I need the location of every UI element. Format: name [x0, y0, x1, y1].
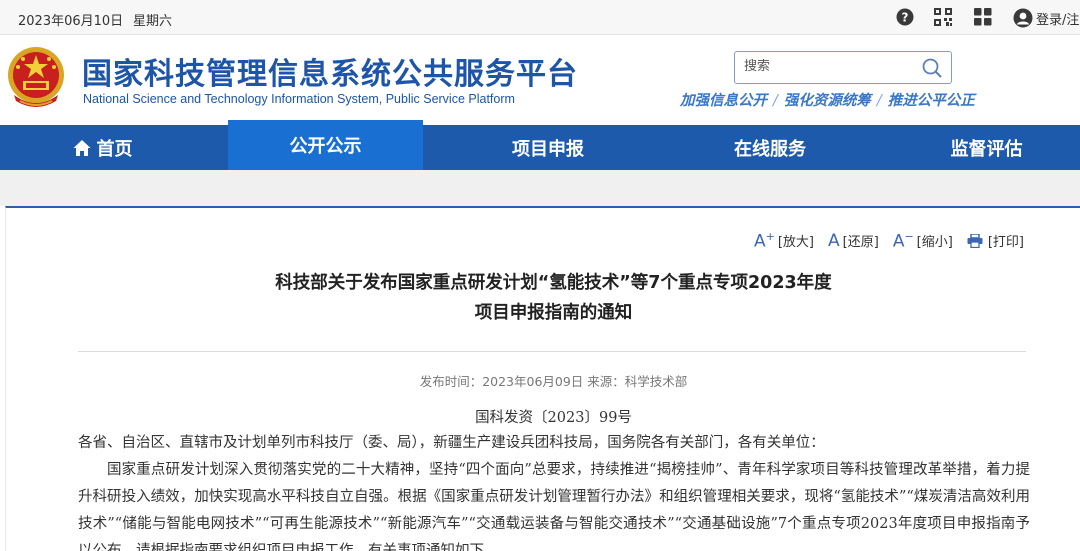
title-divider — [78, 351, 1026, 352]
slogan-part-2: 强化资源统筹 — [783, 92, 871, 109]
restore-font-button[interactable]: A [还原] — [828, 231, 879, 251]
article-title: 科技部关于发布国家重点研发计划“氢能技术”等7个重点专项2023年度 项目申报指… — [6, 268, 1080, 328]
article-body: 各省、自治区、直辖市及计划单列市科技厅（委、局），新疆生产建设兵团科技局，国务院… — [78, 430, 1030, 551]
slogan: 加强信息公开 / 强化资源统筹 / 推进公平公正 — [680, 89, 975, 110]
main-navigation: 首页 公开公示 项目申报 在线服务 监督评估 — [0, 120, 1080, 170]
nav-shadow-band — [0, 170, 1080, 206]
shrink-label: [缩小] — [916, 235, 953, 251]
nav-item-home[interactable]: 首页 — [0, 125, 205, 170]
site-subtitle-english: National Science and Technology Informat… — [83, 92, 515, 106]
help-icon[interactable]: ? — [896, 8, 914, 26]
site-title[interactable]: 国家科技管理信息系统公共服务平台 — [82, 49, 578, 93]
print-label: [打印] — [987, 235, 1024, 251]
nav-item-label: 首页 — [96, 138, 133, 160]
font-shrink-icon: A− — [892, 230, 914, 252]
nav-item-label: 项目申报 — [512, 138, 584, 160]
slogan-part-3: 推进公平公正 — [887, 92, 975, 109]
search-input[interactable] — [744, 59, 914, 74]
home-icon — [73, 139, 90, 156]
user-icon — [1013, 8, 1033, 28]
body-paragraph: 国家重点研发计划深入贯彻落实党的二十大精神，坚持“四个面向”总要求，持续推进“揭… — [78, 462, 1030, 551]
slogan-part-1: 加强信息公开 — [680, 92, 767, 109]
apps-grid-icon[interactable] — [974, 8, 992, 26]
current-date: 2023年06月10日 — [18, 14, 124, 29]
print-button[interactable]: [打印] — [967, 231, 1024, 250]
restore-label: [还原] — [842, 235, 879, 251]
nav-item-supervision-evaluation[interactable]: 监督评估 — [893, 125, 1080, 170]
nav-item-label: 在线服务 — [734, 138, 806, 160]
national-emblem-logo[interactable] — [6, 45, 66, 111]
enlarge-font-button[interactable]: A+ [放大] — [754, 230, 814, 252]
enlarge-label: [放大] — [777, 235, 815, 251]
article-meta: 发布时间：2023年06月09日 来源：科学技术部 — [419, 374, 688, 389]
site-header: 国家科技管理信息系统公共服务平台 National Science and Te… — [0, 35, 1080, 125]
login-link[interactable]: 登录/注 — [1013, 8, 1079, 28]
article-title-line-2: 项目申报指南的通知 — [474, 303, 633, 323]
nav-item-online-service[interactable]: 在线服务 — [670, 125, 870, 170]
printer-icon — [967, 233, 983, 248]
search-icon[interactable] — [921, 57, 943, 79]
login-label: 登录/注 — [1036, 12, 1080, 28]
article-title-line-1: 科技部关于发布国家重点研发计划“氢能技术”等7个重点专项2023年度 — [275, 273, 832, 293]
nav-item-project-application[interactable]: 项目申报 — [448, 125, 648, 170]
svg-text:?: ? — [902, 11, 909, 25]
top-utility-bar: 2023年06月10日 星期六 ? 登录/注 — [0, 0, 1080, 35]
nav-item-label: 公开公示 — [289, 136, 362, 157]
current-weekday: 星期六 — [133, 14, 173, 29]
font-tools: A+ [放大] A [还原] A− [缩小] [打印] — [754, 230, 1038, 252]
font-enlarge-icon: A+ — [754, 230, 775, 252]
document-number: 国科发资〔2023〕99号 — [475, 410, 632, 426]
nav-item-label: 监督评估 — [950, 138, 1023, 160]
qrcode-icon[interactable] — [934, 8, 952, 26]
search-box[interactable] — [734, 51, 952, 84]
slogan-separator: / — [773, 93, 778, 109]
article-panel: A+ [放大] A [还原] A− [缩小] [打印] 科技部关于发布国家重点研… — [5, 206, 1080, 551]
salutation: 各省、自治区、直辖市及计划单列市科技厅（委、局），新疆生产建设兵团科技局，国务院… — [78, 435, 825, 451]
shrink-font-button[interactable]: A− [缩小] — [893, 230, 953, 252]
font-restore-icon: A — [828, 230, 840, 251]
slogan-separator: / — [876, 93, 882, 109]
nav-item-public-notice[interactable]: 公开公示 — [228, 120, 423, 170]
